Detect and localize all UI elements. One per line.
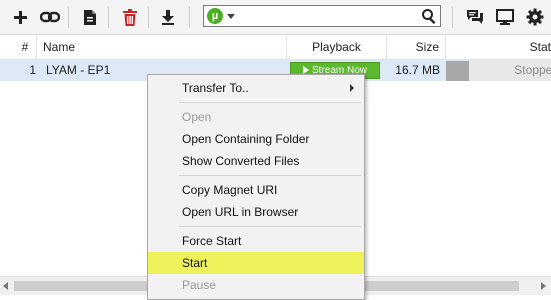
trash-icon [123,8,137,26]
toolbar: µ [0,0,551,35]
scroll-left-icon[interactable] [3,282,8,290]
menu-item-label: Open [182,110,212,124]
menu-item-label: Force Start [182,234,242,248]
utorrent-logo-icon[interactable]: µ [207,8,223,24]
row-index: 1 [29,63,36,77]
remote-button[interactable] [493,5,517,29]
column-header-status[interactable]: Stat [446,35,551,59]
search-box[interactable]: µ [203,5,441,27]
menu-item-label: Show Converted Files [182,154,300,168]
plus-icon [14,11,27,24]
menu-item-label: Open URL in Browser [182,205,299,219]
menu-item-force-start[interactable]: Force Start [148,231,364,251]
preferences-button[interactable] [523,5,547,29]
chevron-down-icon[interactable] [227,14,235,19]
download-icon [162,10,174,25]
menu-item-label: Transfer To.. [182,81,249,95]
menu-separator [179,175,361,176]
status-text: Stopped [514,63,551,77]
chevron-right-icon [350,84,354,92]
menu-item-pause[interactable]: Pause [148,275,364,295]
remove-button[interactable] [118,5,142,29]
progress-indicator [446,61,469,81]
context-menu: Transfer To.. Open Open Containing Folde… [147,74,365,300]
play-icon [302,66,309,74]
column-header-name[interactable]: Name [37,35,287,59]
add-torrent-button[interactable] [8,5,32,29]
gear-icon [526,8,544,26]
chat-icon [467,10,483,24]
search-input[interactable] [238,8,418,24]
menu-separator [179,102,361,103]
table-header: # Name Playback Size Stat [0,35,551,60]
search-icon[interactable] [421,8,437,24]
column-header-playback[interactable]: Playback [287,35,387,59]
column-header-index[interactable]: # [0,35,37,59]
menu-item-label: Open Containing Folder [182,132,310,146]
menu-item-open[interactable]: Open [148,107,364,127]
menu-item-transfer-to[interactable]: Transfer To.. [148,78,364,98]
menu-item-start[interactable]: Start [148,252,364,274]
link-icon [40,11,60,23]
menu-item-label: Start [182,256,208,270]
chat-button[interactable] [463,5,487,29]
menu-item-label: Pause [182,278,217,292]
menu-separator [179,226,361,227]
column-header-size[interactable]: Size [387,35,446,59]
create-torrent-button[interactable] [78,5,102,29]
status-badge: Stopped [470,60,551,81]
menu-item-label: Copy Magnet URI [182,183,278,197]
torrent-size: 16.7 MB [395,63,440,77]
menu-item-open-url-in-browser[interactable]: Open URL in Browser [148,202,364,222]
scroll-right-icon[interactable] [541,282,546,290]
monitor-icon [496,9,514,25]
menu-item-open-containing-folder[interactable]: Open Containing Folder [148,129,364,149]
menu-item-copy-magnet-uri[interactable]: Copy Magnet URI [148,180,364,200]
menu-item-show-converted-files[interactable]: Show Converted Files [148,151,364,171]
add-url-button[interactable] [38,5,62,29]
document-icon [84,9,96,25]
download-button[interactable] [156,5,180,29]
